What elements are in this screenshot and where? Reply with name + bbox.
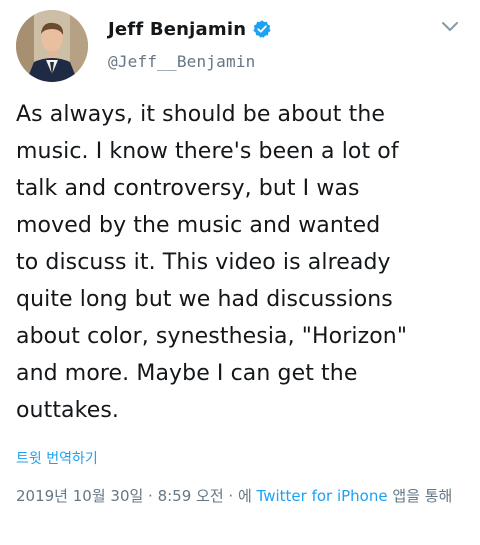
display-name-row: Jeff Benjamin (108, 16, 272, 42)
chevron-down-icon[interactable] (438, 14, 462, 38)
tweet-text: As always, it should be about the music.… (16, 102, 408, 423)
tweet-card: Jeff Benjamin @Jeff__Benjamin As always,… (0, 0, 480, 545)
translate-tweet-link[interactable]: 트윗 번역하기 (16, 448, 98, 468)
author-names: Jeff Benjamin @Jeff__Benjamin (108, 16, 272, 71)
tweet-header: Jeff Benjamin @Jeff__Benjamin (16, 10, 464, 82)
author-handle[interactable]: @Jeff__Benjamin (108, 52, 272, 71)
verified-badge-icon (252, 19, 272, 39)
display-name[interactable]: Jeff Benjamin (108, 19, 246, 40)
avatar[interactable] (16, 10, 88, 82)
tweet-timestamp[interactable]: 2019년 10월 30일 · 8:59 오전 · 에 (16, 487, 252, 505)
tweet-source-link[interactable]: Twitter for iPhone (257, 487, 388, 505)
tweet-source-suffix: 앱을 통해 (392, 487, 453, 505)
tweet-metadata: 2019년 10월 30일 · 8:59 오전 · 에 Twitter for … (16, 484, 466, 509)
